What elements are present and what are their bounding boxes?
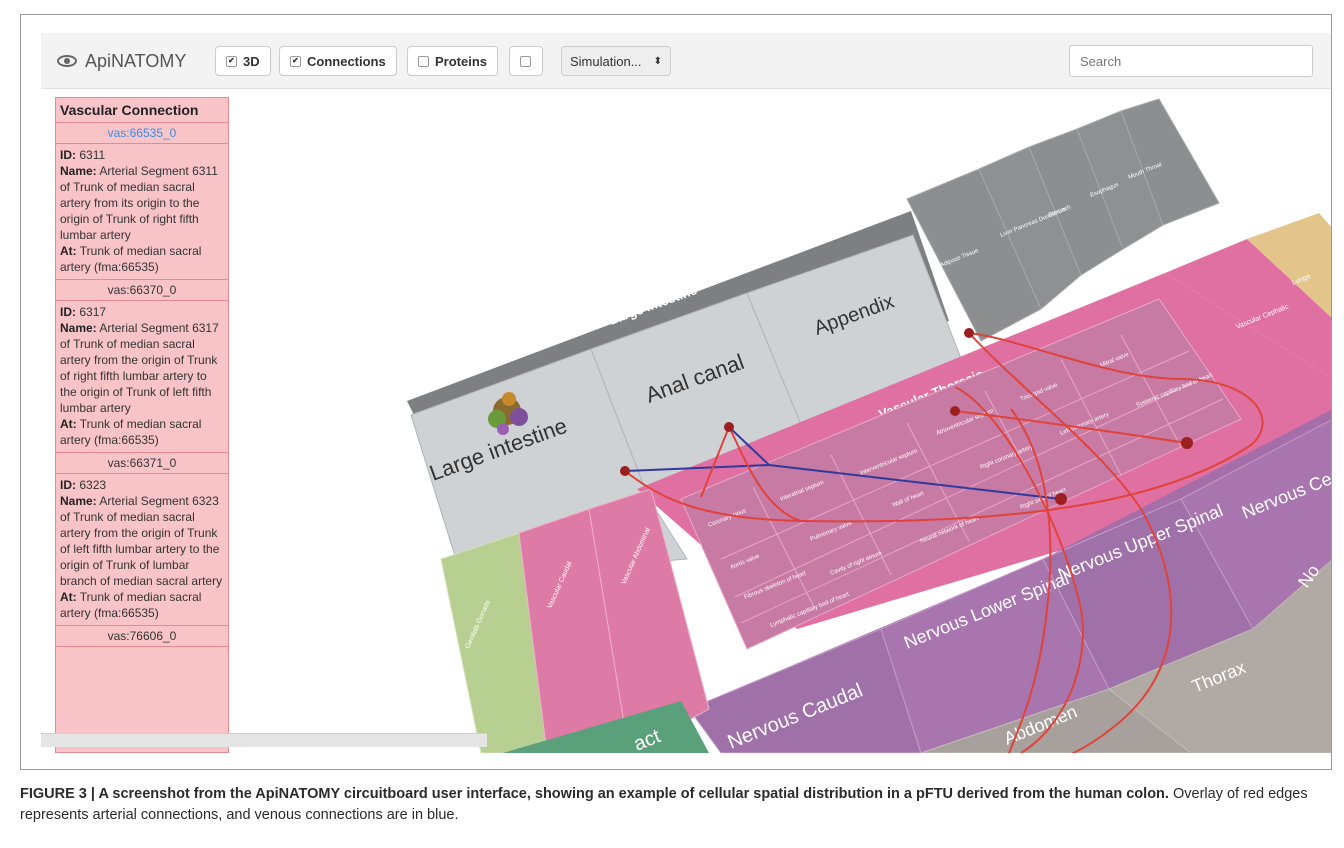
connection-entry: ID: 6317 Name: Arterial Segment 6317 of … (56, 301, 228, 453)
toggle-connections-button[interactable]: Connections (279, 46, 397, 76)
app-window: ApiNATOMY 3D Connections Proteins Simula… (41, 33, 1332, 753)
name-label: Name: (60, 494, 97, 508)
simulation-select-value: Simulation... (570, 53, 642, 69)
simulation-select[interactable]: Simulation... ⬍ (561, 46, 671, 76)
id-label: ID: (60, 305, 76, 319)
panel-title: Vascular Connection (56, 98, 228, 123)
name-label: Name: (60, 321, 97, 335)
horizontal-scrollbar[interactable] (41, 733, 487, 747)
at-label: At: (60, 590, 77, 604)
brand[interactable]: ApiNATOMY (57, 49, 186, 73)
figure-frame: ApiNATOMY 3D Connections Proteins Simula… (20, 14, 1332, 770)
toggle-proteins-button[interactable]: Proteins (407, 46, 499, 76)
checkbox-unchecked-icon (520, 55, 531, 67)
toolbar: ApiNATOMY 3D Connections Proteins Simula… (41, 33, 1331, 89)
entry-id: 6317 (79, 305, 107, 319)
name-label: Name: (60, 164, 97, 178)
figure-caption: FIGURE 3 | A screenshot from the ApiNATO… (20, 784, 1330, 826)
search-input[interactable] (1069, 45, 1313, 77)
brand-label: ApiNATOMY (85, 50, 187, 71)
entry-id: 6311 (79, 148, 106, 162)
eye-icon (57, 55, 77, 67)
checkbox-unchecked-icon (418, 55, 429, 67)
connection-id[interactable]: vas:66371_0 (56, 453, 228, 474)
toggle-3d-button[interactable]: 3D (215, 46, 271, 76)
checkbox-checked-icon (290, 55, 301, 67)
select-arrows-icon: ⬍ (653, 55, 662, 67)
at-label: At: (60, 417, 77, 431)
circuitboard-3d[interactable]: .cellTxt { font-family: "Liberation Sans… (41, 89, 1332, 753)
id-label: ID: (60, 148, 76, 162)
entry-at: Trunk of median sacral artery (fma:66535… (60, 417, 202, 447)
node-dot[interactable] (950, 406, 960, 416)
id-label: ID: (60, 478, 76, 492)
connection-id-link[interactable]: vas:66535_0 (56, 123, 228, 144)
toggle-connections-label: Connections (307, 53, 386, 69)
toggle-3d-label: 3D (243, 53, 260, 69)
entry-name: Arterial Segment 6317 of Trunk of median… (60, 321, 219, 415)
connection-id[interactable]: vas:66370_0 (56, 280, 228, 301)
caption-bold: FIGURE 3 | A screenshot from the ApiNATO… (20, 786, 1169, 802)
at-label: At: (60, 244, 77, 258)
connection-id[interactable]: vas:76606_0 (56, 626, 228, 647)
entry-at: Trunk of median sacral artery (fma:66535… (60, 244, 202, 274)
node-dot[interactable] (1181, 437, 1193, 449)
connection-entry: ID: 6323 Name: Arterial Segment 6323 of … (56, 474, 228, 626)
node-dot[interactable] (724, 422, 734, 432)
entry-name: Arterial Segment 6323 of Trunk of median… (60, 494, 223, 588)
toggle-proteins-label: Proteins (435, 53, 488, 69)
nervous-caudal-tile[interactable] (688, 628, 922, 753)
simulation-checkbox[interactable] (509, 46, 543, 76)
vascular-connection-panel: Vascular Connection vas:66535_0 ID: 6311… (55, 97, 229, 753)
node-dot[interactable] (1055, 493, 1067, 505)
connection-entry: ID: 6311 Name: Arterial Segment 6311 of … (56, 144, 228, 280)
checkbox-checked-icon (226, 55, 237, 67)
node-dot[interactable] (964, 328, 974, 338)
entry-at: Trunk of median sacral artery (fma:66535… (60, 590, 202, 620)
node-dot[interactable] (620, 466, 630, 476)
entry-id: 6323 (79, 478, 107, 492)
